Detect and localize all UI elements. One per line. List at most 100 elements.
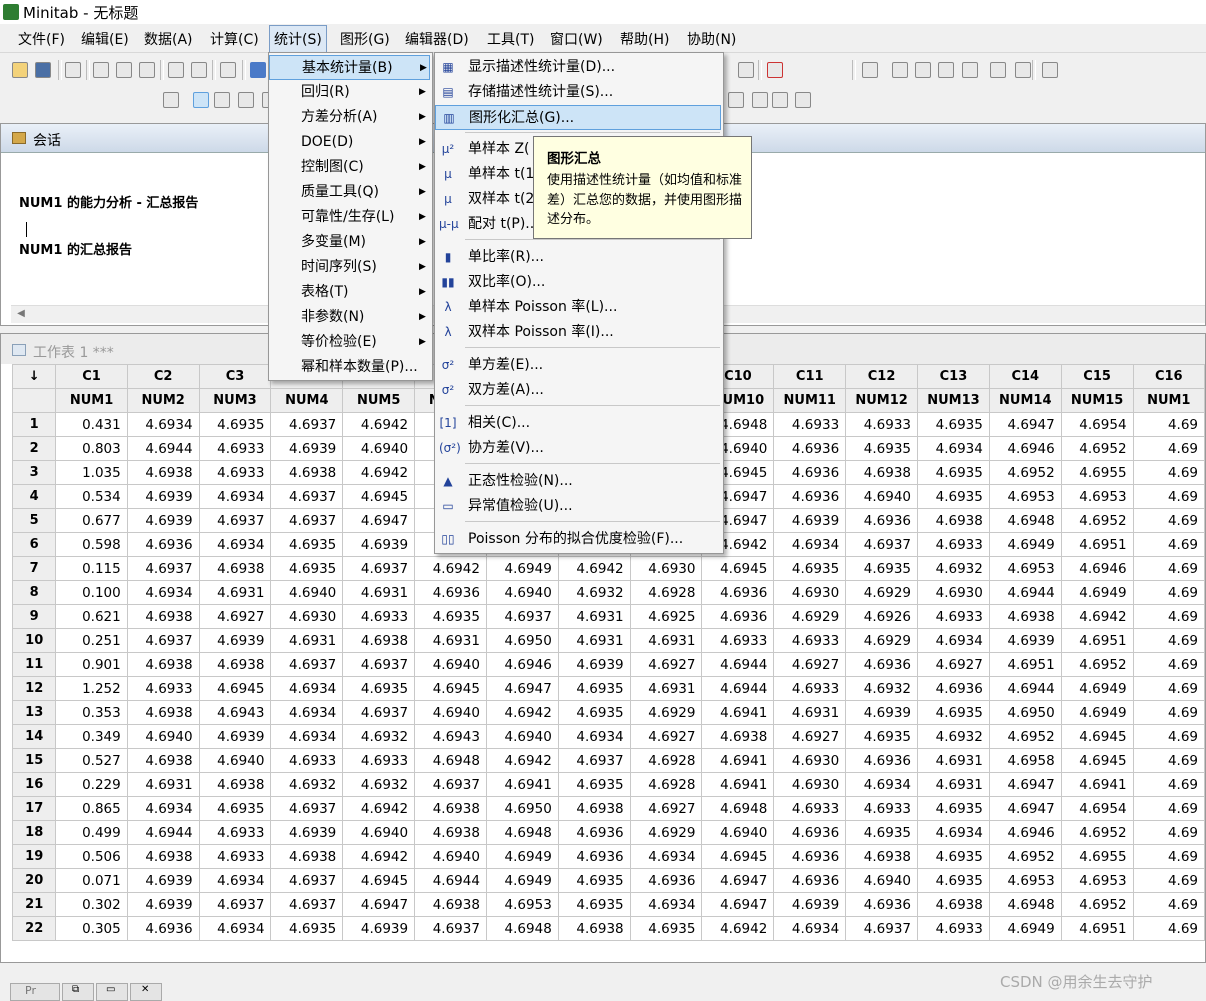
data-cell[interactable]: 4.69 bbox=[1132, 676, 1206, 701]
data-cell[interactable]: 4.6953 bbox=[1060, 484, 1134, 509]
column-id[interactable]: C16 bbox=[1132, 364, 1206, 389]
data-cell[interactable]: 4.6929 bbox=[629, 820, 703, 845]
data-cell[interactable]: 4.6929 bbox=[845, 580, 919, 605]
data-cell[interactable]: 4.6941 bbox=[701, 700, 775, 725]
data-cell[interactable]: 4.6937 bbox=[270, 892, 344, 917]
data-cell[interactable]: 4.6927 bbox=[629, 652, 703, 677]
data-cell[interactable]: 4.6942 bbox=[485, 700, 559, 725]
data-cell[interactable]: 4.6958 bbox=[988, 748, 1062, 773]
data-cell[interactable]: 0.349 bbox=[55, 724, 128, 749]
data-cell[interactable]: 4.6931 bbox=[773, 700, 847, 725]
data-cell[interactable]: 4.6936 bbox=[557, 820, 631, 845]
data-cell[interactable]: 4.6936 bbox=[126, 532, 200, 557]
row-number[interactable]: 2 bbox=[11, 436, 57, 461]
data-cell[interactable]: 4.6941 bbox=[701, 748, 775, 773]
data-cell[interactable]: 4.6938 bbox=[126, 844, 200, 869]
data-cell[interactable]: 4.6935 bbox=[845, 556, 919, 581]
open-icon[interactable] bbox=[12, 62, 28, 78]
data-cell[interactable]: 4.69 bbox=[1132, 436, 1206, 461]
row-number[interactable]: 3 bbox=[11, 460, 57, 485]
data-cell[interactable]: 4.6935 bbox=[917, 484, 990, 509]
data-cell[interactable]: 4.6934 bbox=[845, 772, 919, 797]
up-arrow-icon[interactable] bbox=[250, 62, 266, 78]
data-cell[interactable]: 4.6935 bbox=[845, 436, 919, 461]
data-cell[interactable]: 4.6927 bbox=[773, 724, 847, 749]
data-cell[interactable]: 4.6939 bbox=[342, 916, 416, 941]
row-number[interactable]: 20 bbox=[11, 868, 57, 893]
data-cell[interactable]: 4.6936 bbox=[773, 436, 847, 461]
data-cell[interactable]: 4.6947 bbox=[342, 508, 416, 533]
menu-file[interactable]: 文件(F) bbox=[18, 29, 65, 49]
column-name[interactable]: NUM1 bbox=[55, 388, 128, 413]
data-cell[interactable]: 4.6938 bbox=[126, 748, 200, 773]
data-cell[interactable]: 4.6936 bbox=[701, 580, 775, 605]
data-cell[interactable]: 4.6942 bbox=[342, 844, 416, 869]
data-cell[interactable]: 4.6952 bbox=[988, 460, 1062, 485]
basic-statistics-submenu[interactable]: ▦ 显示描述性统计量(D)... ▤ 存储描述性统计量(S)... ▥ 图形化汇总(G).… bbox=[434, 52, 724, 554]
menu-graph[interactable]: 图形(G) bbox=[340, 29, 390, 49]
row-number[interactable]: 21 bbox=[11, 892, 57, 917]
data-cell[interactable]: 4.6935 bbox=[198, 412, 272, 437]
data-cell[interactable]: 4.6939 bbox=[557, 652, 631, 677]
layout-icon[interactable] bbox=[738, 62, 754, 78]
data-cell[interactable]: 0.251 bbox=[55, 628, 128, 653]
data-cell[interactable]: 0.621 bbox=[55, 604, 128, 629]
data-cell[interactable]: 4.6944 bbox=[126, 820, 200, 845]
column-name[interactable]: NUM5 bbox=[342, 388, 416, 413]
data-cell[interactable]: 4.6928 bbox=[629, 748, 703, 773]
data-cell[interactable]: 4.6953 bbox=[1060, 868, 1134, 893]
data-cell[interactable]: 4.6952 bbox=[1060, 892, 1134, 917]
data-cell[interactable]: 4.6933 bbox=[773, 676, 847, 701]
data-cell[interactable]: 4.6938 bbox=[126, 700, 200, 725]
data-cell[interactable]: 4.6949 bbox=[1060, 700, 1134, 725]
data-cell[interactable]: 4.6939 bbox=[270, 436, 344, 461]
data-cell[interactable]: 4.6938 bbox=[414, 796, 487, 821]
data-cell[interactable]: 4.6942 bbox=[1060, 604, 1134, 629]
data-cell[interactable]: 4.6935 bbox=[557, 700, 631, 725]
data-cell[interactable]: 4.69 bbox=[1132, 580, 1206, 605]
data-cell[interactable]: 4.6931 bbox=[198, 580, 272, 605]
row-number[interactable]: 19 bbox=[11, 844, 57, 869]
data-cell[interactable]: 4.6944 bbox=[988, 580, 1062, 605]
data-cell[interactable]: 4.6937 bbox=[342, 700, 416, 725]
data-cell[interactable]: 4.6931 bbox=[126, 772, 200, 797]
data-cell[interactable]: 4.6946 bbox=[1060, 556, 1134, 581]
data-cell[interactable]: 4.6934 bbox=[917, 820, 990, 845]
row-number[interactable]: 14 bbox=[11, 724, 57, 749]
data-cell[interactable]: 4.6938 bbox=[845, 460, 919, 485]
data-cell[interactable]: 0.302 bbox=[55, 892, 128, 917]
data-cell[interactable]: 4.6949 bbox=[988, 916, 1062, 941]
data-cell[interactable]: 4.6935 bbox=[629, 916, 703, 941]
data-cell[interactable]: 4.6938 bbox=[557, 796, 631, 821]
data-cell[interactable]: 4.6934 bbox=[917, 436, 990, 461]
data-cell[interactable]: 4.6930 bbox=[629, 556, 703, 581]
brush-icon[interactable] bbox=[1015, 62, 1031, 78]
data-cell[interactable]: 4.6931 bbox=[270, 628, 344, 653]
data-cell[interactable]: 4.6930 bbox=[773, 748, 847, 773]
crosshair-icon[interactable] bbox=[238, 92, 254, 108]
data-cell[interactable]: 4.6937 bbox=[414, 916, 487, 941]
save-icon[interactable] bbox=[35, 62, 51, 78]
data-cell[interactable]: 4.6937 bbox=[845, 532, 919, 557]
data-cell[interactable]: 4.69 bbox=[1132, 820, 1206, 845]
copy-icon[interactable] bbox=[116, 62, 132, 78]
data-cell[interactable]: 4.6934 bbox=[629, 844, 703, 869]
data-cell[interactable]: 4.6942 bbox=[342, 412, 416, 437]
data-cell[interactable]: 4.6950 bbox=[988, 700, 1062, 725]
data-cell[interactable]: 4.6937 bbox=[414, 772, 487, 797]
data-cell[interactable]: 4.6950 bbox=[485, 796, 559, 821]
data-cell[interactable]: 4.6934 bbox=[126, 796, 200, 821]
data-cell[interactable]: 4.6933 bbox=[126, 676, 200, 701]
data-cell[interactable]: 4.6948 bbox=[988, 508, 1062, 533]
data-cell[interactable]: 4.6952 bbox=[1060, 436, 1134, 461]
insert-row-icon[interactable] bbox=[892, 62, 908, 78]
data-cell[interactable]: 4.6938 bbox=[126, 652, 200, 677]
data-cell[interactable]: 4.6932 bbox=[845, 676, 919, 701]
data-cell[interactable]: 4.6938 bbox=[557, 916, 631, 941]
column-id[interactable]: C14 bbox=[988, 364, 1062, 389]
stat-menu-item[interactable]: 时间序列(S) ▶ bbox=[269, 255, 430, 280]
data-cell[interactable]: 4.6948 bbox=[485, 916, 559, 941]
data-cell[interactable]: 4.6937 bbox=[342, 652, 416, 677]
line-icon[interactable] bbox=[728, 92, 744, 108]
data-cell[interactable]: 4.6949 bbox=[485, 868, 559, 893]
